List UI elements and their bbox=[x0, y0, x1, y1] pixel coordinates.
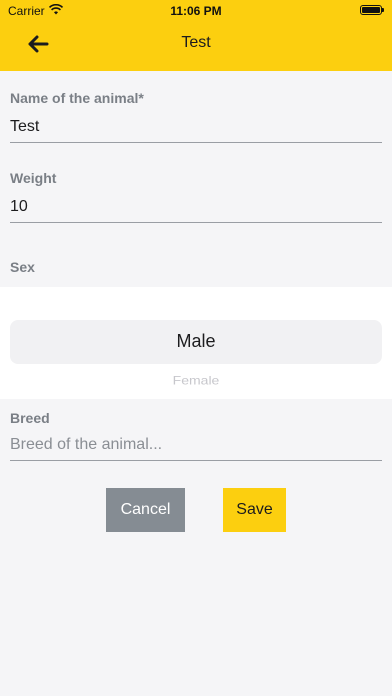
name-field-label: Name of the animal* bbox=[10, 90, 144, 106]
status-bar: Carrier 11:06 PM bbox=[0, 0, 392, 22]
sex-field: Sex bbox=[10, 259, 382, 275]
back-button[interactable] bbox=[22, 30, 54, 58]
weight-field: Weight bbox=[10, 170, 382, 223]
app-screen: Carrier 11:06 PM Test Name of the animal… bbox=[0, 0, 392, 696]
breed-field-label: Breed bbox=[10, 410, 50, 426]
sex-field-label: Sex bbox=[10, 259, 35, 275]
weight-input[interactable] bbox=[10, 198, 382, 223]
status-time: 11:06 PM bbox=[170, 4, 222, 18]
breed-input[interactable] bbox=[10, 436, 382, 461]
picker-option-female[interactable]: Female bbox=[0, 373, 392, 387]
battery-icon bbox=[360, 5, 384, 15]
arrow-left-icon bbox=[28, 35, 49, 53]
picker-option-male[interactable]: Male bbox=[0, 331, 392, 352]
nav-bar: Test bbox=[0, 22, 392, 66]
sex-picker[interactable]: Male Female bbox=[0, 287, 392, 399]
weight-field-label: Weight bbox=[10, 170, 57, 186]
save-button[interactable]: Save bbox=[223, 488, 286, 532]
header: Carrier 11:06 PM Test bbox=[0, 0, 392, 71]
name-field: Name of the animal* bbox=[10, 90, 382, 143]
cancel-button[interactable]: Cancel bbox=[106, 488, 185, 532]
name-input[interactable] bbox=[10, 118, 382, 143]
page-title: Test bbox=[181, 34, 211, 51]
breed-field: Breed bbox=[10, 410, 382, 461]
